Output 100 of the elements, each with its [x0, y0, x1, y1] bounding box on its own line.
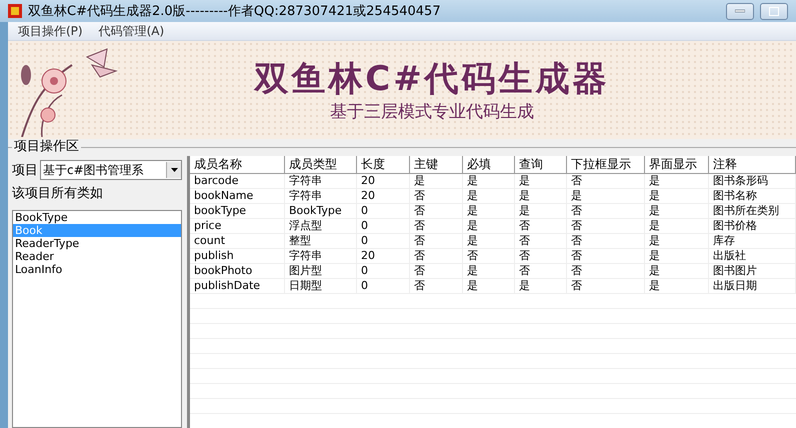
dropdown-arrow-icon: [170, 168, 178, 172]
table-cell: price: [190, 219, 285, 233]
class-item[interactable]: ReaderType: [13, 237, 181, 250]
table-cell: 否: [410, 189, 463, 203]
table-cell: 否: [567, 219, 645, 233]
table-cell: 是: [463, 264, 515, 278]
table-cell: barcode: [190, 174, 285, 188]
table-cell: 否: [410, 219, 463, 233]
table-cell: 否: [463, 249, 515, 263]
menu-item[interactable]: 代码管理(A): [92, 22, 170, 40]
minimize-icon: [735, 9, 745, 13]
table-cell: 否: [567, 264, 645, 278]
table-cell: 浮点型: [285, 219, 357, 233]
table-cell: 否: [410, 264, 463, 278]
table-cell: 是: [645, 249, 709, 263]
table-cell: 图书条形码: [709, 174, 796, 188]
table-cell: 否: [567, 249, 645, 263]
column-header[interactable]: 成员名称: [190, 156, 285, 173]
project-dropdown[interactable]: 基于c#图书管理系: [40, 160, 182, 180]
table-cell: 字符串: [285, 174, 357, 188]
table-cell: 图书图片: [709, 264, 796, 278]
table-cell: 字符串: [285, 189, 357, 203]
class-item[interactable]: BookType: [13, 211, 181, 224]
table-cell: 是: [645, 219, 709, 233]
table-cell: 是: [567, 189, 645, 203]
table-cell: 是: [515, 279, 567, 293]
menu-item[interactable]: 项目操作(P): [12, 22, 89, 40]
table-cell: 是: [515, 204, 567, 218]
table-cell: 是: [463, 174, 515, 188]
maximize-icon: [769, 6, 779, 16]
table-cell: 0: [357, 234, 410, 248]
maximize-button[interactable]: [760, 2, 788, 20]
class-item[interactable]: Reader: [13, 250, 181, 263]
table-cell: 出版社: [709, 249, 796, 263]
table-cell: 整型: [285, 234, 357, 248]
table-cell: 是: [463, 219, 515, 233]
table-cell: bookPhoto: [190, 264, 285, 278]
table-cell: 库存: [709, 234, 796, 248]
window-title: 双鱼林C#代码生成器2.0版---------作者QQ:287307421或254540457: [28, 3, 441, 20]
table-cell: 20: [357, 249, 410, 263]
column-header[interactable]: 成员类型: [285, 156, 357, 173]
table-cell: 是: [463, 234, 515, 248]
table-cell: 否: [515, 234, 567, 248]
table-cell: 否: [410, 249, 463, 263]
table-cell: 20: [357, 189, 410, 203]
table-cell: 否: [410, 279, 463, 293]
table-cell: bookName: [190, 189, 285, 203]
table-cell: 否: [410, 234, 463, 248]
banner-subtitle: 基于三层模式专业代码生成: [330, 100, 534, 122]
app-icon: [8, 4, 22, 18]
column-header[interactable]: 下拉框显示: [567, 156, 645, 173]
table-cell: 是: [463, 189, 515, 203]
table-cell: 0: [357, 264, 410, 278]
table-cell: 0: [357, 204, 410, 218]
column-header[interactable]: 界面显示: [645, 156, 709, 173]
table-cell: 图书价格: [709, 219, 796, 233]
table-cell: 0: [357, 279, 410, 293]
column-header[interactable]: 主键: [410, 156, 463, 173]
table-cell: 是: [515, 189, 567, 203]
group-title: 项目操作区: [12, 139, 81, 155]
table-cell: 是: [463, 204, 515, 218]
table-cell: 20: [357, 174, 410, 188]
table-cell: 是: [645, 264, 709, 278]
classes-label: 该项目所有类如: [12, 185, 104, 202]
table-cell: publishDate: [190, 279, 285, 293]
table-cell: 出版日期: [709, 279, 796, 293]
table-cell: bookType: [190, 204, 285, 218]
column-header[interactable]: 注释: [709, 156, 796, 173]
class-item[interactable]: LoanInfo: [13, 263, 181, 276]
table-cell: 是: [645, 174, 709, 188]
table-cell: 否: [567, 234, 645, 248]
table-cell: 是: [645, 189, 709, 203]
project-label: 项目: [12, 162, 38, 179]
table-cell: 字符串: [285, 249, 357, 263]
table-cell: 是: [645, 204, 709, 218]
table-cell: 否: [567, 204, 645, 218]
column-header[interactable]: 必填: [463, 156, 515, 173]
table-cell: count: [190, 234, 285, 248]
table-cell: 是: [645, 234, 709, 248]
table-cell: publish: [190, 249, 285, 263]
table-cell: 0: [357, 219, 410, 233]
table-cell: 否: [515, 219, 567, 233]
table-cell: 是: [515, 174, 567, 188]
table-cell: 是: [645, 279, 709, 293]
table-cell: 是: [410, 174, 463, 188]
table-cell: 否: [515, 249, 567, 263]
column-header[interactable]: 查询: [515, 156, 567, 173]
table-cell: 否: [410, 204, 463, 218]
table-cell: 是: [463, 279, 515, 293]
table-cell: 图书名称: [709, 189, 796, 203]
table-cell: BookType: [285, 204, 357, 218]
table-cell: 否: [515, 264, 567, 278]
column-header[interactable]: 长度: [357, 156, 410, 173]
table-cell: 日期型: [285, 279, 357, 293]
table-cell: 图书所在类别: [709, 204, 796, 218]
table-cell: 图片型: [285, 264, 357, 278]
banner-title: 双鱼林C#代码生成器: [254, 58, 610, 100]
minimize-button[interactable]: [726, 2, 754, 20]
table-cell: 否: [567, 279, 645, 293]
table-cell: 否: [567, 174, 645, 188]
